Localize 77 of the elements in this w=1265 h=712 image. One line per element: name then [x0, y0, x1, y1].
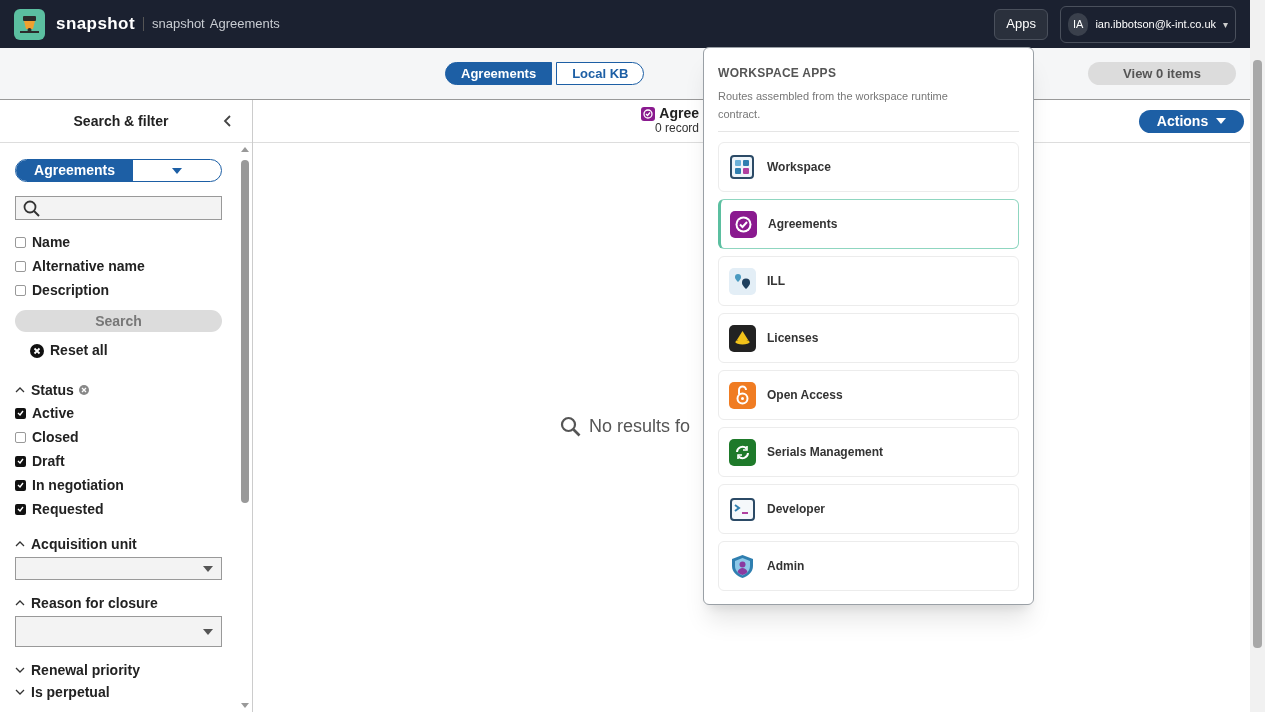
app-menu-item[interactable]: Open Access: [718, 370, 1019, 420]
app-menu-item[interactable]: Licenses: [718, 313, 1019, 363]
checkbox[interactable]: [15, 260, 26, 272]
filter-heading[interactable]: Reason for closure: [31, 594, 158, 612]
apps-button[interactable]: Apps: [994, 8, 1048, 40]
brand-name: snapshot: [56, 13, 135, 36]
checkbox-label: Active: [32, 403, 75, 423]
scroll-up-icon[interactable]: [241, 147, 249, 152]
checkbox-label: Requested: [32, 499, 104, 519]
tab[interactable]: Agreements: [445, 62, 553, 85]
filter-heading[interactable]: Renewal priority: [31, 661, 140, 679]
app-menu-item[interactable]: Admin: [718, 541, 1019, 591]
user-menu-button[interactable]: IA ian.ibbotson@k-int.co.uk ▾: [1060, 5, 1236, 43]
checkbox-label: Closed: [32, 427, 79, 447]
checkbox-label: Alternative name: [32, 256, 145, 276]
chevron-up-icon[interactable]: [15, 541, 25, 547]
clear-icon[interactable]: [78, 385, 89, 395]
checkbox[interactable]: [15, 431, 26, 443]
badge-check-icon: [730, 210, 757, 238]
caret-icon: ▾: [1223, 16, 1228, 32]
filter-heading[interactable]: Acquisition unit: [31, 535, 137, 553]
pane-title: Agree: [659, 106, 699, 121]
open-lock-icon: [729, 381, 756, 409]
app-menu-item[interactable]: Developer: [718, 484, 1019, 534]
search-icon: [23, 199, 40, 217]
user-email: ian.ibbotson@k-int.co.uk: [1095, 16, 1216, 32]
terminal-icon: [729, 495, 756, 523]
dropdown-icon: [203, 565, 213, 572]
filter-heading[interactable]: Status: [31, 381, 74, 399]
map-pin-icon: [729, 267, 756, 295]
checkbox-label: Name: [32, 232, 71, 252]
checkbox-label: Description: [32, 280, 109, 300]
menu-heading: WORKSPACE APPS: [718, 65, 838, 82]
chevron-down-icon[interactable]: [15, 667, 25, 673]
checkbox[interactable]: [15, 236, 26, 248]
chevron-down-icon[interactable]: [15, 689, 25, 695]
user-avatar: IA: [1068, 12, 1089, 36]
breadcrumb-item[interactable]: snapshot: [151, 14, 205, 34]
scroll-down-icon[interactable]: [241, 703, 249, 708]
record-count: 0 record: [654, 121, 699, 136]
menu-description: Routes assembled from the workspace runtime contract.: [718, 89, 949, 122]
shield-user-icon: [729, 552, 756, 580]
refresh-icon: [729, 438, 756, 466]
page-scrollbar[interactable]: [1250, 0, 1265, 712]
search-field[interactable]: [15, 196, 222, 220]
app-menu-item[interactable]: Agreements: [718, 199, 1019, 249]
agreements-icon: [641, 106, 656, 121]
app-menu-item[interactable]: ILL: [718, 256, 1019, 306]
search-icon: [560, 415, 581, 437]
tab[interactable]: Local KB: [556, 62, 645, 85]
app-menu-item[interactable]: Serials Management: [718, 427, 1019, 477]
empty-message: No results fo: [589, 414, 691, 438]
dropdown-icon: [172, 167, 182, 174]
checkbox[interactable]: [15, 479, 26, 491]
reset-all-button[interactable]: Reset all: [30, 340, 108, 361]
checkbox[interactable]: [15, 503, 26, 515]
actions-button[interactable]: Actions: [1139, 109, 1244, 133]
select-field[interactable]: [15, 557, 222, 580]
grid-icon: [729, 153, 756, 181]
caret-icon: [1216, 118, 1227, 124]
app-menu-item[interactable]: Workspace: [718, 142, 1019, 192]
logo-icon: [14, 8, 45, 40]
dropdown-icon: [203, 628, 213, 635]
checkbox[interactable]: [15, 407, 26, 419]
checkbox[interactable]: [15, 455, 26, 467]
select-field[interactable]: [15, 616, 222, 647]
collapse-button[interactable]: [223, 114, 233, 128]
close-circle-icon: [30, 343, 44, 358]
checkbox-label: Draft: [32, 451, 65, 471]
breadcrumb-item[interactable]: Agreements: [209, 14, 280, 34]
chevron-up-icon[interactable]: [15, 600, 25, 606]
panel-title: Search & filter: [73, 111, 169, 131]
filter-heading[interactable]: Is perpetual: [31, 683, 110, 701]
checkbox[interactable]: [15, 284, 26, 296]
view-items-button[interactable]: View 0 items: [1088, 62, 1236, 85]
checkbox-label: In negotiation: [32, 475, 124, 495]
chevron-up-icon[interactable]: [15, 387, 25, 393]
